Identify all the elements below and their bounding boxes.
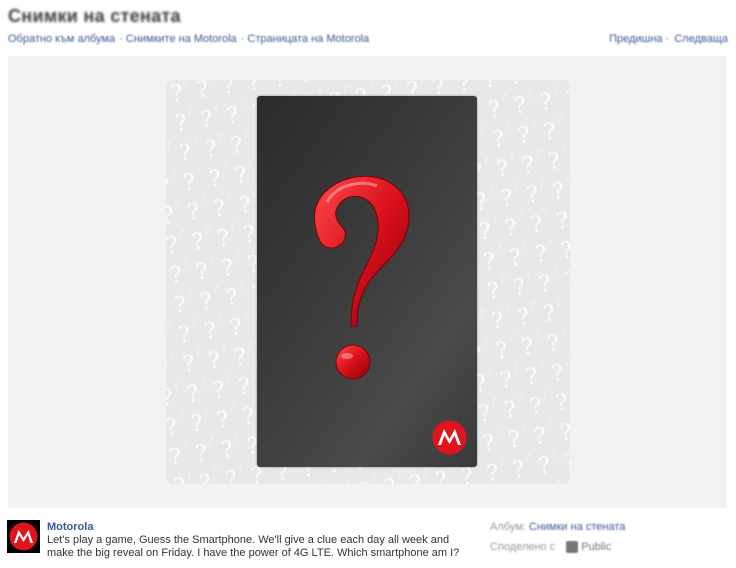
post-text-line-2: make the big reveal on Friday. I have th… — [47, 547, 460, 559]
post-text-line-1: Let's play a game, Guess the Smartphone.… — [47, 534, 450, 546]
photo-meta: Албум: Снимки на стената Споделено с Pub… — [490, 520, 625, 560]
motorola-logo — [432, 420, 467, 455]
breadcrumb-back-to-album[interactable]: Обратно към албума — [8, 33, 115, 45]
privacy-value: Public — [581, 541, 612, 553]
smartphone-silhouette — [257, 96, 477, 467]
album-label: Албум: — [490, 521, 526, 533]
photo-stage: ? ? — [8, 56, 727, 508]
photo-navigation: Предишна · Следваща — [609, 33, 728, 45]
post-author-link[interactable]: Motorola — [47, 520, 477, 534]
previous-link[interactable]: Предишна — [609, 33, 662, 45]
breadcrumb-owner-photos[interactable]: Снимките на Motorola — [126, 33, 237, 45]
album-row: Албум: Снимки на стената — [490, 520, 625, 540]
motorola-avatar-icon — [7, 520, 40, 553]
question-mark-icon — [313, 175, 410, 380]
photo-caption: Motorola Let's play a game, Guess the Sm… — [7, 520, 477, 564]
post-body: Motorola Let's play a game, Guess the Sm… — [47, 520, 477, 560]
shared-row: Споделено с Public — [490, 540, 625, 560]
avatar[interactable] — [7, 520, 40, 553]
album-link[interactable]: Снимки на стената — [529, 521, 626, 533]
next-link[interactable]: Следваща — [674, 33, 728, 45]
photo-image[interactable]: ? ? — [166, 80, 570, 484]
shared-label: Споделено с — [490, 541, 556, 553]
page-title: Снимки на стената — [8, 6, 181, 26]
privacy-selector[interactable]: Public — [566, 540, 611, 554]
breadcrumb-owner-page[interactable]: Страницата на Motorola — [247, 33, 369, 45]
photo-viewer-page: Снимки на стената Обратно към албума · Сн… — [0, 0, 736, 568]
globe-icon — [566, 541, 579, 554]
breadcrumb: Обратно към албума · Снимките на Motorola… — [8, 33, 370, 45]
